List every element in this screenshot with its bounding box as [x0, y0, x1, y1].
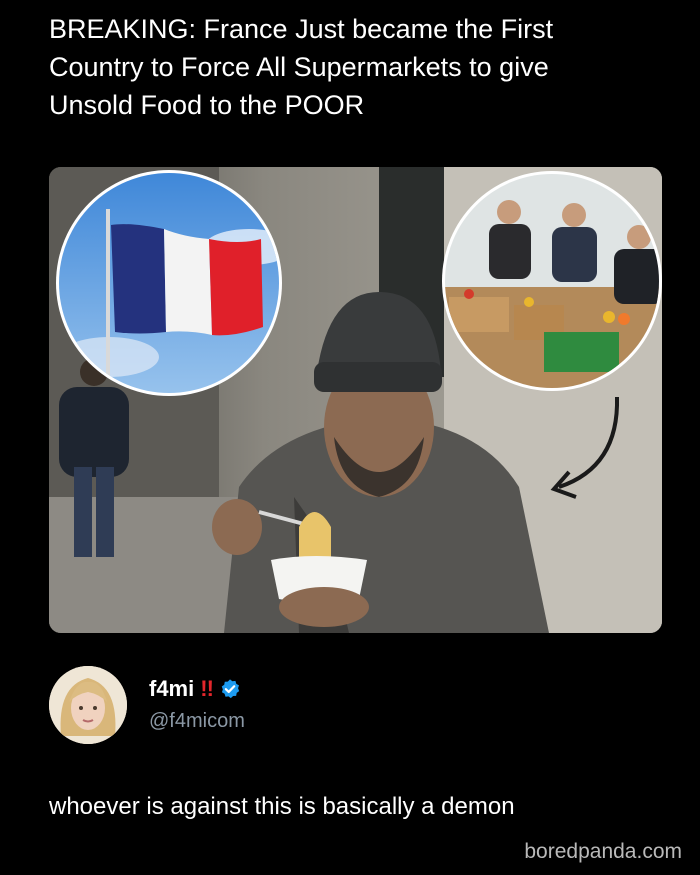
avatar[interactable]: [49, 666, 127, 744]
headline-line-1: BREAKING: France Just became the First: [49, 14, 554, 44]
alert-emoji: !!: [200, 676, 214, 701]
headline-line-3: Unsold Food to the POOR: [49, 90, 365, 120]
source-watermark: boredpanda.com: [524, 840, 682, 863]
avatar-image: [49, 666, 127, 744]
author-block[interactable]: f4mi !! @f4micom: [49, 666, 449, 746]
name-row: f4mi !!: [149, 676, 241, 702]
headline-line-2: Country to Force All Supermarkets to giv…: [49, 52, 549, 82]
verified-badge-icon: [221, 679, 240, 699]
post-image-illustration: [49, 167, 662, 633]
post-image[interactable]: [49, 167, 662, 633]
user-handle[interactable]: @f4micom: [149, 710, 245, 733]
post-headline: BREAKING: France Just became the First C…: [49, 10, 669, 124]
tweet-text: whoever is against this is basically a d…: [49, 793, 515, 820]
display-name[interactable]: f4mi: [149, 676, 194, 702]
